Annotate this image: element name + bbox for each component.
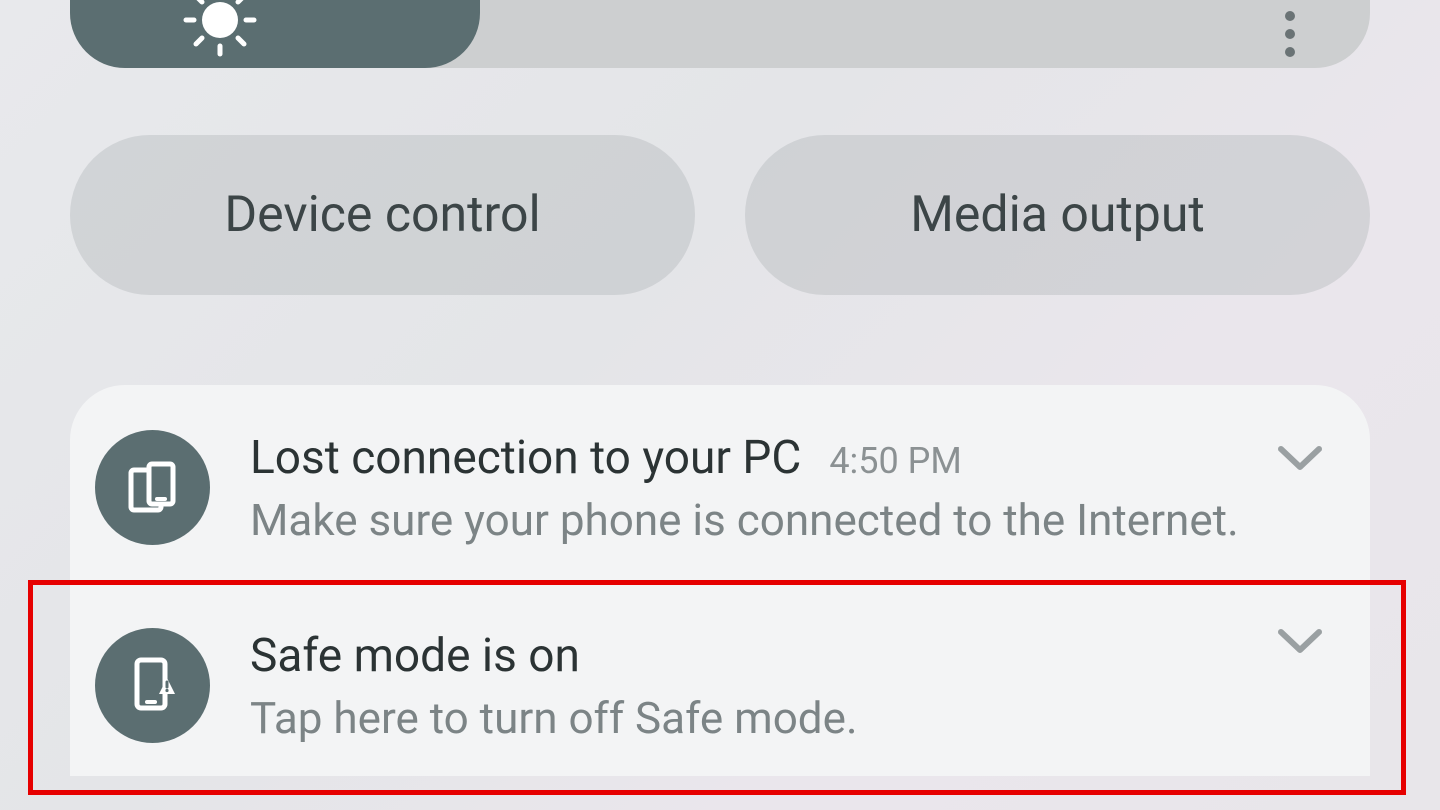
notification-panel: Lost connection to your PC 4:50 PM Make …	[70, 385, 1370, 776]
safe-mode-icon	[95, 628, 210, 743]
notification-title: Lost connection to your PC	[250, 431, 801, 485]
notification-time: 4:50 PM	[829, 440, 962, 482]
brightness-fill	[70, 0, 480, 68]
notification-title: Safe mode is on	[250, 629, 580, 683]
phone-link-icon	[95, 430, 210, 545]
notification-description: Tap here to turn off Safe mode.	[250, 691, 1330, 746]
device-control-button[interactable]: Device control	[70, 135, 695, 295]
notification-body: Lost connection to your PC 4:50 PM Make …	[250, 425, 1330, 548]
quick-settings-panel: Device control Media output Lost connect…	[0, 0, 1440, 810]
media-output-button[interactable]: Media output	[745, 135, 1370, 295]
brightness-slider[interactable]	[70, 0, 1370, 68]
media-output-label: Media output	[910, 186, 1205, 244]
notification-item[interactable]: Lost connection to your PC 4:50 PM Make …	[70, 395, 1370, 578]
more-options-icon[interactable]	[1270, 0, 1310, 68]
device-control-label: Device control	[224, 186, 540, 244]
notification-item[interactable]: Safe mode is on Tap here to turn off Saf…	[70, 578, 1370, 776]
quick-panel-row: Device control Media output	[70, 135, 1370, 295]
chevron-down-icon[interactable]	[1275, 626, 1325, 658]
brightness-icon	[180, 0, 260, 60]
notification-body: Safe mode is on Tap here to turn off Saf…	[250, 623, 1330, 746]
chevron-down-icon[interactable]	[1275, 443, 1325, 475]
notification-description: Make sure your phone is connected to the…	[250, 493, 1330, 548]
